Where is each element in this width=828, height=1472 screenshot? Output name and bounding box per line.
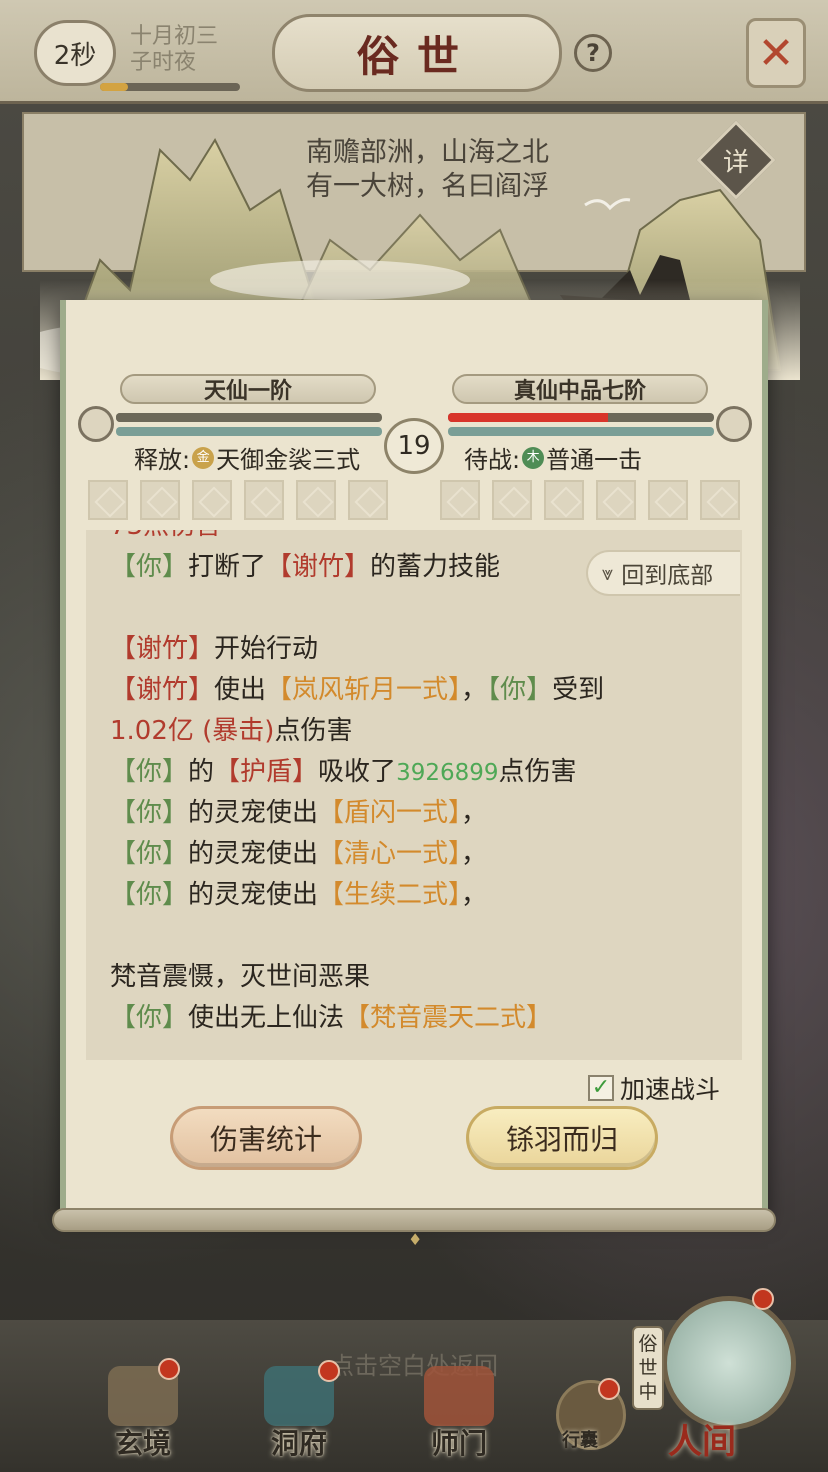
buff-slot[interactable] — [348, 480, 388, 520]
metal-element-icon: 金 — [192, 446, 215, 469]
enemy-skill-name: 普通一击 — [546, 446, 643, 474]
player-mp-fill — [116, 427, 382, 436]
log-line: 【你】的灵宠使出【生续二式】， — [110, 880, 488, 910]
player-skill-prefix: 释放: — [134, 446, 191, 474]
speed-up-toggle[interactable]: ✓ 加速战斗 — [588, 1070, 720, 1106]
nav-item-dongfu[interactable]: 洞府 — [244, 1360, 354, 1470]
log-line: 73点伤害 — [110, 530, 730, 547]
player-buff-slots — [88, 480, 388, 520]
buff-slot[interactable] — [140, 480, 180, 520]
log-line: 1.02亿 (暴击)点伤害 — [110, 716, 353, 746]
log-line: 【你】的灵宠使出【盾闪一式】， — [110, 798, 488, 828]
enemy-skill: 待战: 木 普通一击 — [464, 440, 642, 475]
enemy-buff-slots — [440, 480, 740, 520]
mortal-realm-portal-icon[interactable] — [662, 1296, 796, 1430]
double-chevron-down-icon: ⩔ — [602, 561, 614, 585]
enemy-mp-fill — [448, 427, 714, 436]
date-day: 十月初三 — [130, 24, 219, 49]
speed-up-label: 加速战斗 — [620, 1075, 721, 1104]
enemy-hp-fill — [448, 413, 608, 422]
sect-banner-icon — [424, 1366, 494, 1426]
notification-dot — [318, 1360, 340, 1382]
notification-dot — [598, 1378, 620, 1400]
buff-slot[interactable] — [648, 480, 688, 520]
player-avatar-icon[interactable] — [78, 406, 114, 442]
buff-slot[interactable] — [700, 480, 740, 520]
nav-item-shimen[interactable]: 师门 — [404, 1360, 514, 1470]
time-progress-fill — [100, 83, 128, 91]
log-line: 【你】的【护盾】吸收了3926899点伤害 — [110, 757, 577, 787]
game-date: 十月初三 子时夜 — [130, 24, 218, 76]
enemy-rank: 真仙中品七阶 — [452, 374, 708, 404]
player-mp-bar — [116, 427, 382, 436]
player-skill: 释放: 金 天御金裟三式 — [134, 440, 360, 475]
player-hp-bar — [116, 413, 382, 422]
page-title: 俗世 — [272, 14, 562, 92]
battle-log[interactable]: 73点伤害 【你】打断了【谢竹】的蓄力技能 【谢竹】开始行动 【谢竹】使出【岚风… — [86, 530, 742, 1060]
enemy-hp-bar — [448, 413, 714, 422]
player-rank: 天仙一阶 — [120, 374, 376, 404]
retreat-button[interactable]: 铩羽而归 — [466, 1106, 658, 1170]
log-line-blank — [110, 916, 730, 957]
checkbox-icon[interactable]: ✓ — [588, 1075, 614, 1101]
buff-slot[interactable] — [596, 480, 636, 520]
buff-slot[interactable] — [544, 480, 584, 520]
wood-element-icon: 木 — [522, 446, 545, 469]
log-line: 【谢竹】开始行动 — [110, 634, 319, 664]
player-hp-fill — [116, 413, 375, 422]
log-line: 【你】使出无上仙法【梵音震天二式】 — [110, 1003, 553, 1033]
nav-item-xuanjing[interactable]: 玄境 — [88, 1358, 198, 1470]
log-line: 【谢竹】使出【岚风斩月一式】，【你】受到 — [110, 675, 605, 705]
buff-slot[interactable] — [192, 480, 232, 520]
nav-item-renjian[interactable]: 人间 — [668, 1414, 736, 1463]
top-bar: 2秒 十月初三 子时夜 俗世 ? ✕ — [0, 0, 828, 104]
buff-slot[interactable] — [296, 480, 336, 520]
back-to-bottom-button[interactable]: ⩔ 回到底部 — [586, 550, 740, 596]
bag-label: 行囊 — [562, 1430, 598, 1451]
scroll-roll — [52, 1208, 776, 1232]
notification-dot — [752, 1288, 774, 1310]
enemy-skill-prefix: 待战: — [464, 446, 521, 474]
damage-stats-button[interactable]: 伤害统计 — [170, 1106, 362, 1170]
status-tag: 俗世中 — [632, 1326, 664, 1410]
question-icon[interactable]: ? — [574, 34, 612, 72]
log-line: 【你】的灵宠使出【清心一式】， — [110, 839, 488, 869]
enemy-avatar-icon[interactable] — [716, 406, 752, 442]
battle-log-lines: 73点伤害 【你】打断了【谢竹】的蓄力技能 【谢竹】开始行动 【谢竹】使出【岚风… — [110, 530, 730, 1039]
time-progress — [100, 83, 240, 91]
crossed-swords-icon[interactable]: ✕ — [746, 18, 806, 88]
notification-dot — [158, 1358, 180, 1380]
buff-slot[interactable] — [440, 480, 480, 520]
buff-slot[interactable] — [492, 480, 532, 520]
player-skill-name: 天御金裟三式 — [216, 446, 361, 474]
battle-timer: 2秒 — [34, 20, 116, 86]
buff-slot[interactable] — [244, 480, 284, 520]
detail-label: 详 — [722, 147, 749, 178]
back-to-bottom-label: 回到底部 — [621, 563, 714, 589]
date-hour: 子时夜 — [130, 50, 197, 75]
scroll-pin-icon: ♦ — [408, 1230, 423, 1249]
enemy-mp-bar — [448, 427, 714, 436]
round-counter: 19 — [384, 418, 444, 474]
buff-slot[interactable] — [88, 480, 128, 520]
log-line: 梵音震慑，灭世间恶果 — [110, 962, 371, 992]
